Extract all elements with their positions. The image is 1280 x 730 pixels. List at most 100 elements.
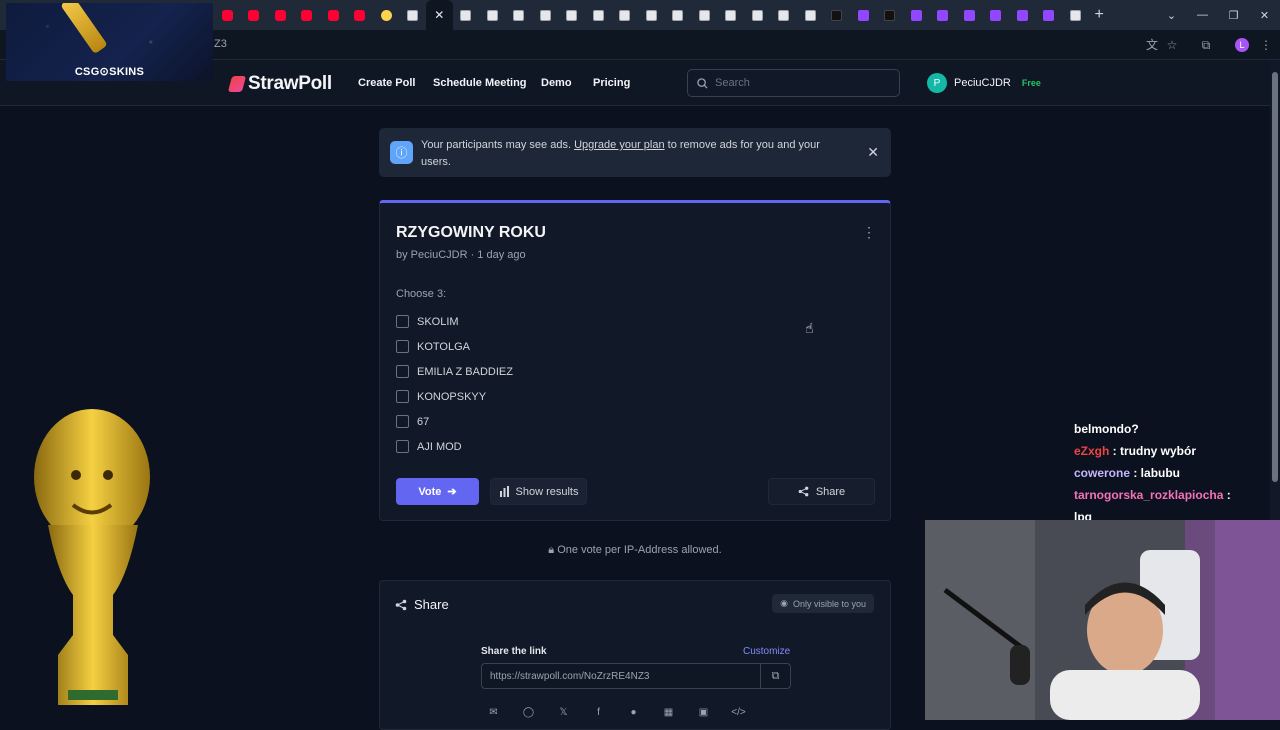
vote-button[interactable]: Vote ➔ [396, 478, 479, 505]
copy-icon[interactable]: ⧉ [760, 664, 790, 688]
twitter-icon[interactable]: 𝕏 [556, 705, 571, 720]
browser-tab[interactable] [983, 0, 1010, 30]
bookmark-star-icon[interactable]: ☆ [1164, 37, 1180, 53]
option-checkbox[interactable] [396, 315, 409, 328]
upgrade-plan-link[interactable]: Upgrade your plan [574, 139, 665, 151]
minimize-icon[interactable]: — [1187, 0, 1218, 30]
browser-tab[interactable] [453, 0, 480, 30]
browser-profile-avatar[interactable]: L [1235, 38, 1249, 52]
browser-tab[interactable] [771, 0, 798, 30]
nav-create-poll[interactable]: Create Poll [358, 77, 415, 89]
browser-tab[interactable] [585, 0, 612, 30]
share-link-input[interactable] [490, 670, 750, 682]
browser-tab[interactable] [903, 0, 930, 30]
tab-favicon-icon [327, 9, 339, 21]
webcam-image [925, 520, 1280, 720]
option-checkbox[interactable] [396, 390, 409, 403]
restore-icon[interactable]: ❐ [1218, 0, 1249, 30]
webcam-feed [925, 520, 1280, 720]
tab-favicon-icon [990, 9, 1002, 21]
browser-tab[interactable] [347, 0, 374, 30]
close-banner-icon[interactable]: ✕ [867, 144, 879, 161]
close-window-icon[interactable]: ✕ [1249, 0, 1280, 30]
embed-image-icon[interactable]: ▣ [696, 705, 711, 720]
tab-favicon-icon [380, 9, 392, 21]
browser-tab[interactable] [532, 0, 559, 30]
browser-menu-icon[interactable]: ⋮ [1258, 37, 1274, 53]
poll-options-menu-icon[interactable]: ⋮ [862, 225, 876, 239]
poll-meta: by PeciuCJDR · 1 day ago [396, 249, 526, 261]
poll-option[interactable]: KOTOLGA [396, 340, 470, 353]
new-tab-button[interactable]: + [1095, 6, 1104, 24]
strawpoll-logo[interactable]: StrawPoll [227, 73, 332, 95]
chat-message: cowerone : labubu [1070, 462, 1280, 484]
nav-schedule-meeting[interactable]: Schedule Meeting [433, 77, 527, 89]
browser-tab[interactable] [373, 0, 400, 30]
browser-tab[interactable] [612, 0, 639, 30]
browser-tab[interactable] [241, 0, 268, 30]
browser-tab[interactable] [1036, 0, 1063, 30]
poll-option[interactable]: 67 [396, 415, 429, 428]
qr-icon[interactable]: ▦ [661, 705, 676, 720]
nav-demo[interactable]: Demo [541, 77, 572, 89]
user-menu[interactable]: P PeciuCJDR Free [927, 73, 1041, 93]
browser-tab[interactable] [665, 0, 692, 30]
window-controls: ⌄ — ❐ ✕ [1156, 0, 1280, 30]
browser-tab[interactable] [214, 0, 241, 30]
browser-tab[interactable] [744, 0, 771, 30]
tab-favicon-icon [884, 9, 896, 21]
tab-favicon-icon [645, 9, 657, 21]
chat-username: belmondo? [1074, 422, 1139, 436]
browser-tab[interactable] [850, 0, 877, 30]
browser-tab[interactable] [718, 0, 745, 30]
browser-tab[interactable] [930, 0, 957, 30]
search-input[interactable] [715, 77, 885, 89]
browser-tab[interactable]: ✕ [426, 0, 453, 30]
poll-option[interactable]: AJI MOD [396, 440, 462, 453]
close-tab-icon[interactable]: ✕ [434, 8, 444, 22]
share-link-field[interactable]: ⧉ [481, 663, 791, 689]
browser-tab[interactable] [559, 0, 586, 30]
search-icon [697, 77, 708, 89]
browser-tab[interactable] [797, 0, 824, 30]
option-label: AJI MOD [417, 440, 462, 453]
mouse-cursor: ☝︎ [805, 320, 814, 336]
browser-tab[interactable] [294, 0, 321, 30]
browser-tab[interactable] [1009, 0, 1036, 30]
browser-tab[interactable] [479, 0, 506, 30]
extensions-icon[interactable]: ⧉ [1198, 37, 1214, 53]
option-checkbox[interactable] [396, 340, 409, 353]
reddit-icon[interactable]: ● [626, 705, 641, 720]
nav-pricing[interactable]: Pricing [593, 77, 630, 89]
customize-link[interactable]: Customize [743, 646, 790, 657]
whatsapp-icon[interactable]: ◯ [521, 705, 536, 720]
browser-tab[interactable] [1062, 0, 1089, 30]
share-button[interactable]: Share [768, 478, 875, 505]
poll-option[interactable]: KONOPSKYY [396, 390, 486, 403]
browser-tab[interactable] [824, 0, 851, 30]
browser-tab[interactable] [267, 0, 294, 30]
browser-tab[interactable] [956, 0, 983, 30]
tab-favicon-icon [778, 9, 790, 21]
option-checkbox[interactable] [396, 365, 409, 378]
browser-tab[interactable] [638, 0, 665, 30]
visibility-badge: ◉ Only visible to you [772, 594, 874, 613]
option-checkbox[interactable] [396, 440, 409, 453]
browser-tab[interactable] [877, 0, 904, 30]
option-checkbox[interactable] [396, 415, 409, 428]
email-icon[interactable]: ✉ [486, 705, 501, 720]
browser-tab[interactable] [400, 0, 427, 30]
browser-tab[interactable] [506, 0, 533, 30]
browser-tab[interactable] [691, 0, 718, 30]
search-box[interactable] [687, 69, 900, 97]
url-text[interactable]: Z3 [214, 38, 227, 50]
poll-option[interactable]: EMILIA Z BADDIEZ [396, 365, 513, 378]
browser-tab[interactable] [320, 0, 347, 30]
tab-search-icon[interactable]: ⌄ [1156, 0, 1187, 30]
code-icon[interactable]: </> [731, 705, 746, 720]
show-results-button[interactable]: Show results [490, 478, 587, 505]
poll-option[interactable]: SKOLIM [396, 315, 459, 328]
facebook-icon[interactable]: f [591, 705, 606, 720]
translate-icon[interactable]: 文 [1144, 37, 1160, 53]
eye-icon: ◉ [780, 598, 788, 608]
